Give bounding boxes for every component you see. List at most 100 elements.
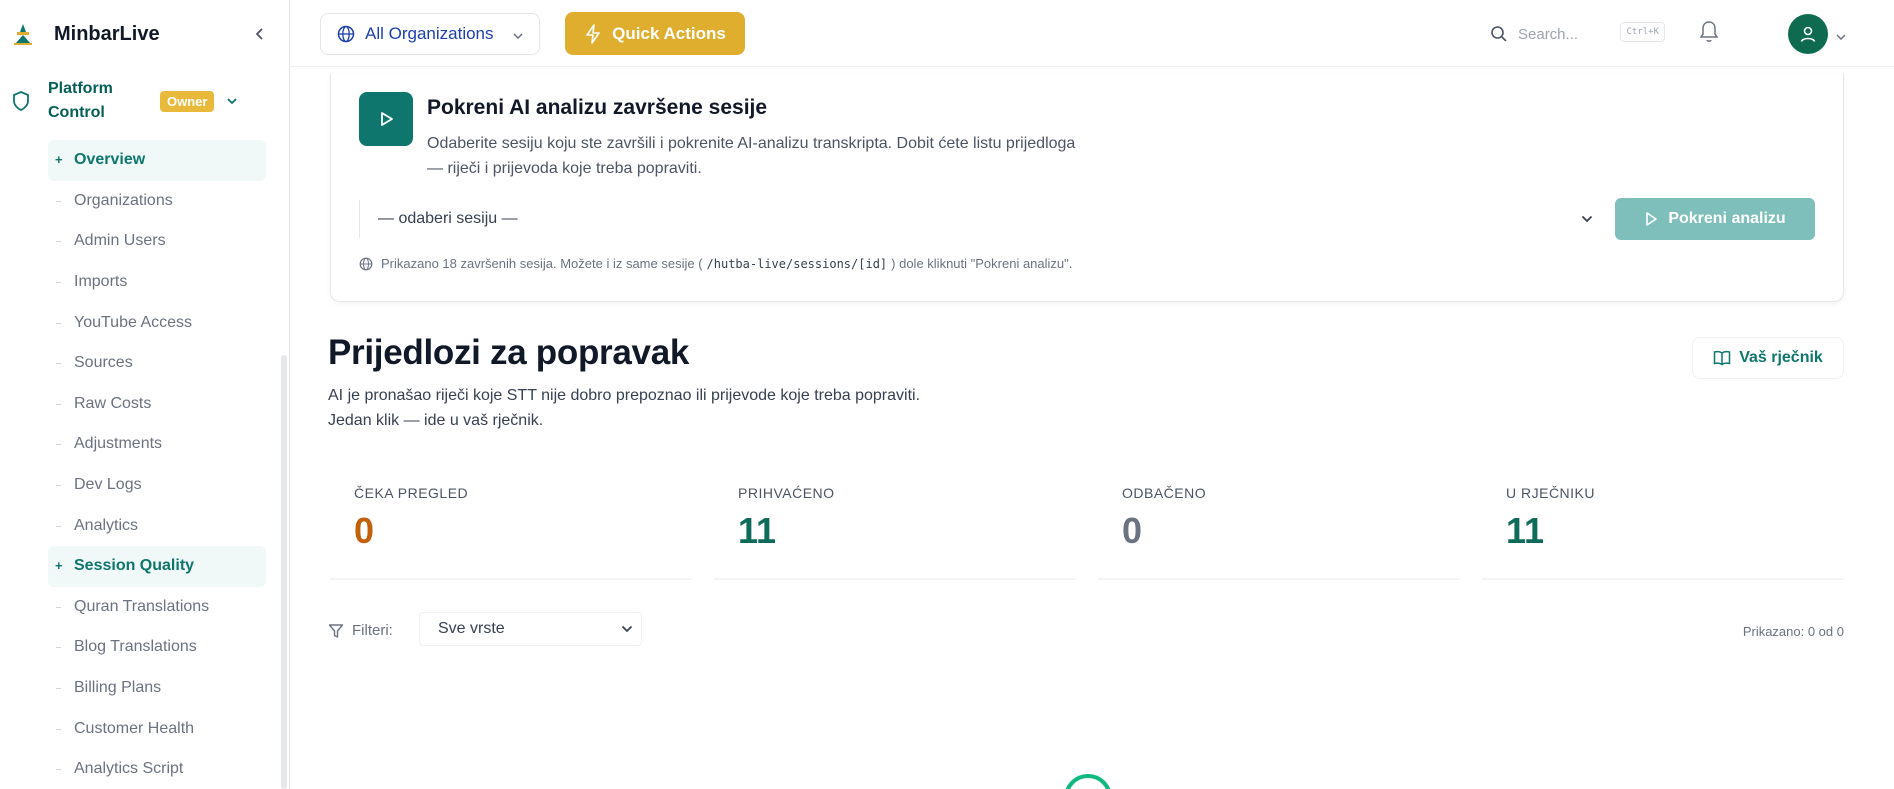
sidebar-item-sources[interactable]: Sources [48,343,266,384]
sidebar-item-blog-translations[interactable]: Blog Translations [48,627,266,668]
stats-row: ČEKA PREGLED 0 PRIHVAĆENO 11 ODBAČENO 0 … [330,460,1844,580]
plus-icon: + [55,152,63,168]
sidebar-item-youtube-access[interactable]: YouTube Access [48,302,266,343]
page-title: Prijedlozi za popravak [328,333,690,372]
globe-icon [359,257,373,270]
sidebar-scrollbar[interactable] [281,355,287,789]
sidebar-item-overview[interactable]: + Overview [48,140,266,181]
sessions-note-text-end: ) dole kliknuti "Pokreni analizu". [891,256,1073,271]
session-select-value: — odaberi sesiju — [378,210,518,227]
card-description: Odaberite sesiju koju ste završili i pok… [427,135,1076,177]
sidebar-item-admin-users[interactable]: Admin Users [48,221,266,262]
sidebar-item-label: Admin Users [74,232,166,250]
sidebar-item-label: Analytics Script [74,760,184,778]
search-shortcut: Ctrl+K [1620,22,1665,42]
sidebar-item-label: Raw Costs [74,394,152,412]
results-count: Prikazano: 0 od 0 [1742,624,1844,639]
owner-badge: Owner [160,90,215,112]
card-title: Pokreni AI analizu završene sesije [427,96,768,119]
run-analysis-button[interactable]: Pokreni analizu [1615,198,1815,240]
stat-pending: ČEKA PREGLED 0 [330,460,692,580]
brand[interactable]: MinbarLive [12,18,272,50]
sidebar-item-label: Organizations [74,191,173,209]
play-icon [1646,212,1658,226]
stat-accepted: PRIHVAĆENO 11 [714,460,1076,580]
stat-label: ODBAČENO [1122,485,1207,501]
sidebar-item-dev-logs[interactable]: Dev Logs [48,465,266,506]
chevron-down-icon [513,24,523,44]
globe-icon [337,25,355,43]
sidebar-item-billing-plans[interactable]: Billing Plans [48,668,266,709]
organization-select-value: All Organizations [365,24,494,43]
stat-value: 11 [1506,510,1545,551]
sidebar-item-session-quality[interactable]: + Session Quality [48,545,266,587]
sidebar-item-analytics[interactable]: Analytics [48,505,266,546]
filter-label: Filteri: [328,622,393,639]
filter-row: Filteri: Sve vrste Prikazano: 0 od 0 [328,612,1844,652]
sidebar-item-organizations[interactable]: Organizations [48,181,266,222]
stat-label: ČEKA PREGLED [354,485,469,501]
filter-label-text: Filteri: [352,622,393,639]
sidebar-item-analytics-script[interactable]: Analytics Script [48,749,266,789]
sidebar-item-label: Imports [74,273,128,291]
stat-label: PRIHVAĆENO [738,485,835,501]
chevron-down-icon [226,92,238,110]
notifications-button[interactable] [1698,20,1720,49]
stat-value: 0 [354,510,375,551]
platform-control-label: Platform Control [48,80,113,121]
sidebar-item-label: Billing Plans [74,679,162,697]
sidebar-item-label: Adjustments [74,435,163,453]
sidebar-item-label: Session Quality [74,557,195,575]
ai-analysis-card: Pokreni AI analizu završene sesije Odabe… [330,74,1844,302]
organization-select[interactable]: All Organizations [320,13,540,55]
user-icon [1800,26,1816,42]
shield-icon [10,90,32,112]
sidebar-item-label: Overview [74,151,146,169]
chevron-down-icon [1581,210,1593,228]
bell-icon [1699,21,1719,42]
sidebar-item-customer-health[interactable]: Customer Health [48,708,266,749]
loading-spinner [1064,774,1112,789]
platform-control-toggle[interactable]: Platform Control Owner [10,76,270,126]
type-filter-value: Sve vrste [438,620,505,637]
topbar: All Organizations Quick Actions Search..… [290,0,1894,67]
sessions-note-text: Prikazano 18 završenih sesija. Možete i … [381,256,703,271]
collapse-sidebar-button[interactable] [248,22,272,46]
stat-value: 0 [1122,510,1143,551]
type-filter-select[interactable]: Sve vrste [419,612,642,646]
brand-name: MinbarLive [54,22,160,45]
sidebar-item-label: Customer Health [74,719,195,737]
sessions-path-code: /hutba-live/sessions/[id] [706,256,888,271]
sidebar-item-label: Quran Translations [74,597,210,615]
book-icon [1713,350,1731,366]
sidebar-item-raw-costs[interactable]: Raw Costs [48,384,266,425]
quick-actions-button[interactable]: Quick Actions [565,12,745,55]
search-icon [1491,26,1507,42]
stat-label: U RJEČNIKU [1506,485,1596,501]
sidebar-nav: + Overview Organizations Admin Users Impo… [48,140,266,789]
sidebar: MinbarLive Platform Control Owner + Overv… [0,0,290,789]
avatar[interactable] [1788,14,1828,54]
sidebar-item-adjustments[interactable]: Adjustments [48,424,266,465]
chevron-down-icon[interactable] [1836,27,1846,45]
search-placeholder: Search... [1518,25,1579,43]
sessions-note: Prikazano 18 završenih sesija. Možete i … [359,256,1072,271]
sidebar-item-label: Dev Logs [74,476,142,494]
plus-icon: + [55,558,63,574]
page-description-line1: AI je pronašao riječi koje STT nije dobr… [328,387,921,404]
dictionary-button[interactable]: Vaš rječnik [1692,337,1844,379]
search-input[interactable]: Search... Ctrl+K [1490,20,1665,48]
sidebar-item-imports[interactable]: Imports [48,262,266,303]
chevron-down-icon [621,620,633,638]
dictionary-button-label: Vaš rječnik [1739,349,1823,366]
stat-value: 11 [738,510,777,551]
session-select[interactable]: — odaberi sesiju — [359,200,1605,238]
page-description-line2: Jedan klik — ide u vaš rječnik. [328,412,544,429]
page-description: AI je pronašao riječi koje STT nije dobr… [328,383,1128,433]
minbar-logo-icon [12,22,34,46]
chevron-left-icon [255,28,263,40]
sidebar-item-quran-translations[interactable]: Quran Translations [48,587,266,628]
stat-rejected: ODBAČENO 0 [1098,460,1460,580]
run-analysis-label: Pokreni analizu [1668,210,1786,227]
filter-icon [328,623,344,638]
